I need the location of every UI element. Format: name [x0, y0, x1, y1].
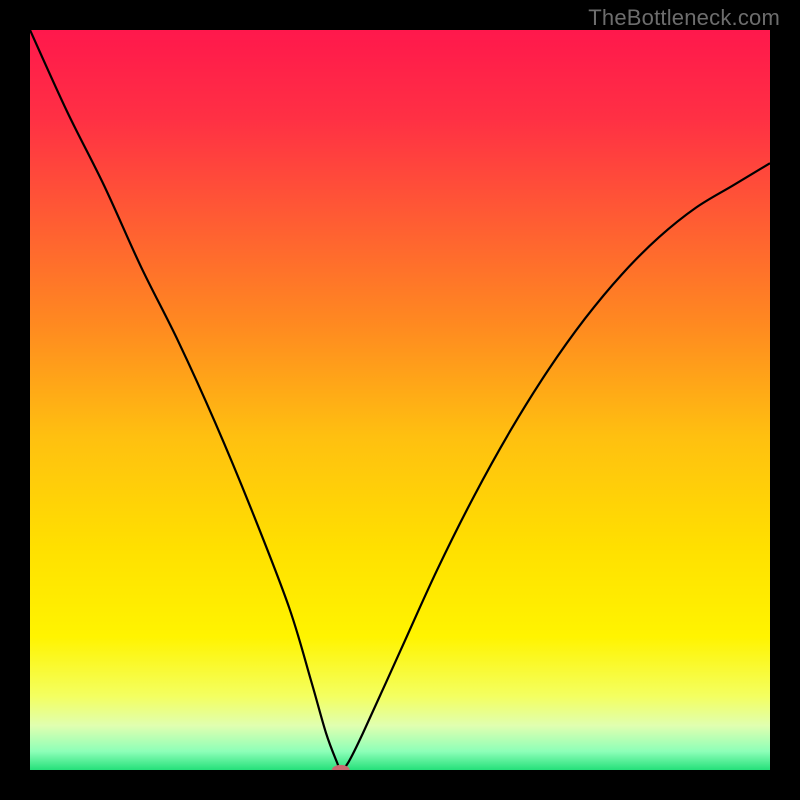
watermark-text: TheBottleneck.com: [588, 5, 780, 31]
gradient-background: [30, 30, 770, 770]
bottleneck-chart: [30, 30, 770, 770]
chart-frame: TheBottleneck.com: [0, 0, 800, 800]
